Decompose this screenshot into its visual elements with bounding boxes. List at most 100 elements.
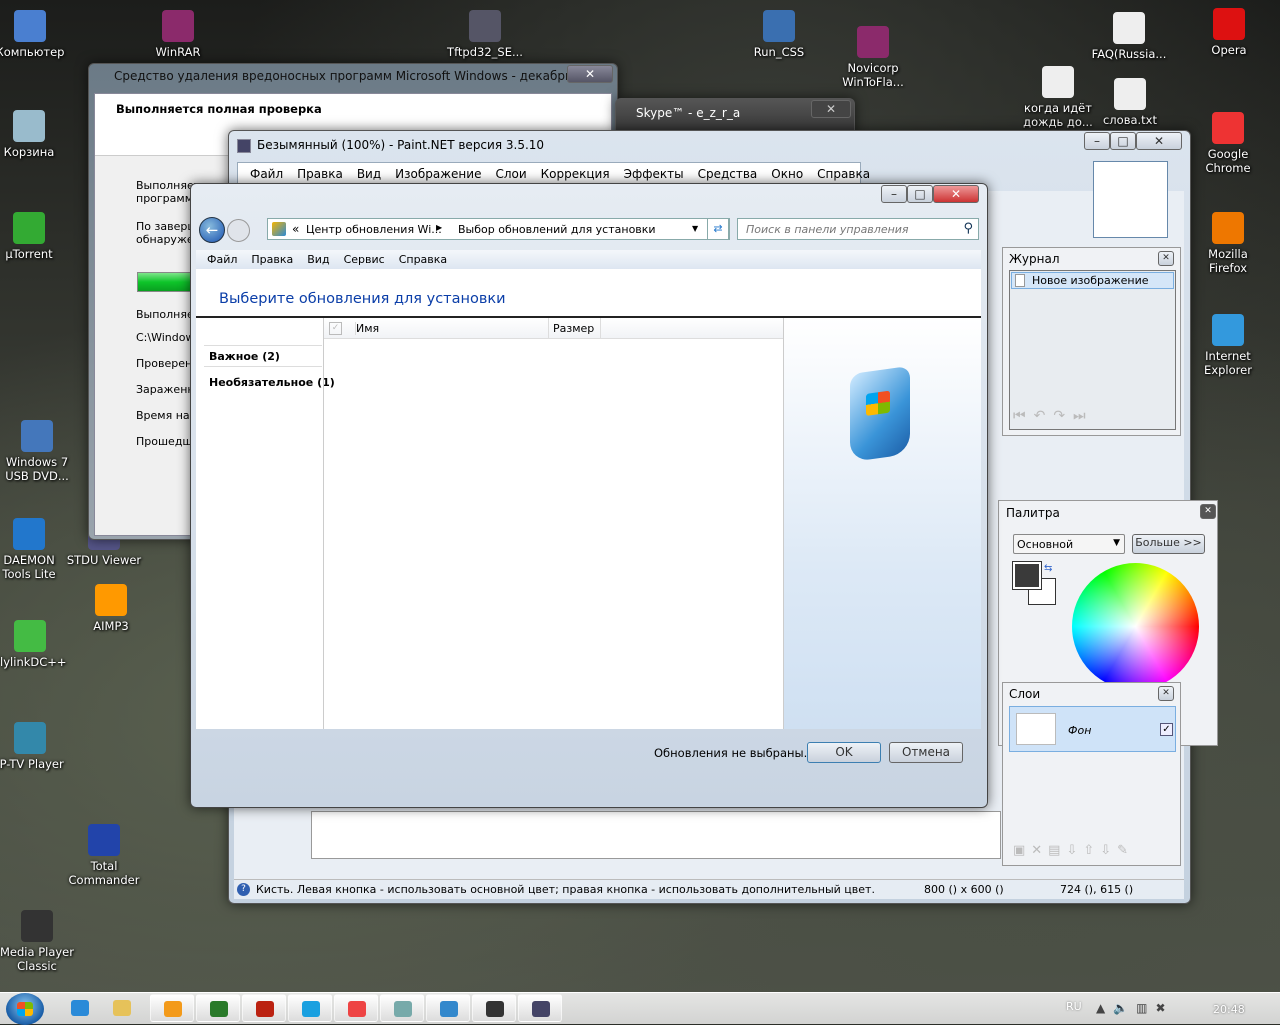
select-all-checkbox[interactable]: ✓ [329,322,342,335]
desktop-icon[interactable]: Google Chrome [1188,112,1268,175]
msrt-icon [394,1001,412,1017]
taskbar-app-button[interactable] [58,994,102,1022]
menu-tools[interactable]: Средства [698,167,758,181]
desktop-icon[interactable]: Internet Explorer [1188,314,1268,377]
start-button[interactable] [6,993,44,1025]
breadcrumb-select-updates[interactable]: Выбор обновлений для установки [458,223,656,236]
desktop-icon[interactable]: слова.txt [1090,78,1170,127]
taskbar-clock[interactable]: 20:48 [1213,1003,1245,1016]
menu-window[interactable]: Окно [771,167,803,181]
category-optional[interactable]: Необязательное (1) [209,376,335,389]
column-name[interactable]: Имя [355,322,549,335]
desktop-icon[interactable]: Run_CSS [739,10,819,59]
menu-file[interactable]: Файл [207,253,237,266]
desktop-icon[interactable]: µTorrent [0,212,69,261]
menu-service[interactable]: Сервис [344,253,385,266]
primary-color[interactable] [1012,561,1042,590]
desktop-icon[interactable]: Novicorp WinToFla... [833,26,913,89]
layer-visible-checkbox[interactable]: ✓ [1160,723,1173,736]
msrt-close-button[interactable]: ✕ [567,65,613,83]
wu-maximize-button[interactable]: □ [907,185,933,203]
menu-edit[interactable]: Правка [251,253,293,266]
palette-mode-select[interactable]: Основной ▼ [1013,534,1125,554]
tray-icons[interactable]: ▲🔈▥✖ [1096,1001,1174,1015]
chevron-down-icon[interactable]: ▼ [692,224,698,233]
breadcrumb-windows-update[interactable]: Центр обновления Wi... [306,223,442,236]
taskbar-app-button[interactable] [100,994,144,1022]
desktop-icon[interactable]: Mozilla Firefox [1188,212,1268,275]
skype-close-button[interactable]: ✕ [811,100,851,118]
address-bar[interactable]: « Центр обновления Wi... ▶ Выбор обновле… [267,218,730,240]
desktop-icon-label: Mozilla Firefox [1208,247,1248,275]
desktop-icon[interactable]: AIMP3 [71,584,151,633]
language-indicator[interactable]: RU [1066,1000,1082,1013]
layer-item[interactable]: Фон ✓ [1009,706,1176,752]
paintnet-maximize-button[interactable]: □ [1110,132,1136,150]
taskbar-app-button[interactable] [288,994,332,1022]
color-wheel[interactable] [1072,563,1199,690]
column-size[interactable]: Размер [553,322,594,335]
menu-file[interactable]: Файл [250,167,283,181]
taskbar-app-button[interactable] [426,994,470,1022]
taskbar-app-button[interactable] [472,994,516,1022]
desktop-icon[interactable]: WinRAR [138,10,218,59]
taskbar-app-button[interactable] [380,994,424,1022]
desktop-icon[interactable]: DAEMON Tools Lite [0,518,69,581]
taskbar-app-button[interactable] [518,994,562,1022]
layer-controls[interactable]: ▣✕▤⇩⇧⇩✎ [1013,843,1134,858]
desktop-icon[interactable]: FlylinkDC++ [0,620,70,669]
desktop-icon[interactable]: Компьютер [0,10,70,59]
menu-view[interactable]: Вид [357,167,381,181]
desktop-icon[interactable]: Корзина [0,110,69,159]
category-important[interactable]: Важное (2) [204,345,322,367]
palette-more-button[interactable]: Больше >> [1132,534,1205,554]
menu-edit[interactable]: Правка [297,167,343,181]
desktop-icon-label: Компьютер [0,45,65,59]
refresh-button[interactable]: ⇄ [707,218,729,240]
layers-title: Слои [1009,687,1041,701]
swap-colors-icon[interactable]: ⇆ [1044,563,1052,574]
forward-button[interactable] [227,219,250,242]
desktop-icon[interactable]: Media Player Classic [0,910,77,973]
desktop-icon[interactable]: FAQ(Russia... [1089,12,1169,61]
taskbar-app-button[interactable] [150,994,194,1022]
desktop-icon[interactable]: Tftpd32_SE... [445,10,525,59]
history-item[interactable]: Новое изображение [1011,272,1174,289]
layer-thumbnail [1016,713,1056,745]
ok-button[interactable]: OK [807,742,881,763]
desktop-icon-label: Tftpd32_SE... [447,45,523,59]
menu-layers[interactable]: Слои [495,167,526,181]
taskbar-app-button[interactable] [242,994,286,1022]
menu-view[interactable]: Вид [307,253,329,266]
palette-close-button[interactable]: ✕ [1200,504,1216,519]
back-button[interactable]: ← [199,217,225,243]
rdp-icon [440,1001,458,1017]
taskbar-app-button[interactable] [334,994,378,1022]
desktop-icon-image [1042,66,1074,98]
cancel-button[interactable]: Отмена [889,742,963,763]
desktop-icon-label: STDU Viewer [66,553,142,567]
wu-minimize-button[interactable]: – [881,185,907,203]
desktop-icon[interactable]: Opera [1189,8,1269,57]
menu-adjustments[interactable]: Коррекция [541,167,610,181]
menu-help[interactable]: Справка [399,253,447,266]
wu-close-button[interactable]: ✕ [933,185,979,203]
search-input[interactable]: Поиск в панели управления ⚲ [737,218,979,240]
desktop-icon[interactable]: Windows 7 USB DVD... [0,420,77,483]
paintnet-close-button[interactable]: ✕ [1136,132,1182,150]
desktop-icon[interactable]: IP-TV Player [0,722,70,771]
search-icon[interactable]: ⚲ [963,221,973,236]
taskbar-app-button[interactable] [196,994,240,1022]
menu-help[interactable]: Справка [817,167,870,181]
desktop-icon[interactable]: когда идёт дождь до... [1018,66,1098,129]
desktop-icon-label: Windows 7 USB DVD... [5,455,69,483]
desktop-icon-label: µTorrent [5,247,53,261]
paintnet-minimize-button[interactable]: – [1084,132,1110,150]
canvas[interactable] [311,811,1001,859]
layers-close-button[interactable]: ✕ [1158,686,1174,701]
menu-effects[interactable]: Эффекты [624,167,684,181]
desktop-icon[interactable]: Total Commander [64,824,144,887]
history-close-button[interactable]: ✕ [1158,251,1174,266]
history-controls[interactable]: ⏮↶↷⏭ [1013,408,1094,424]
menu-image[interactable]: Изображение [395,167,481,181]
